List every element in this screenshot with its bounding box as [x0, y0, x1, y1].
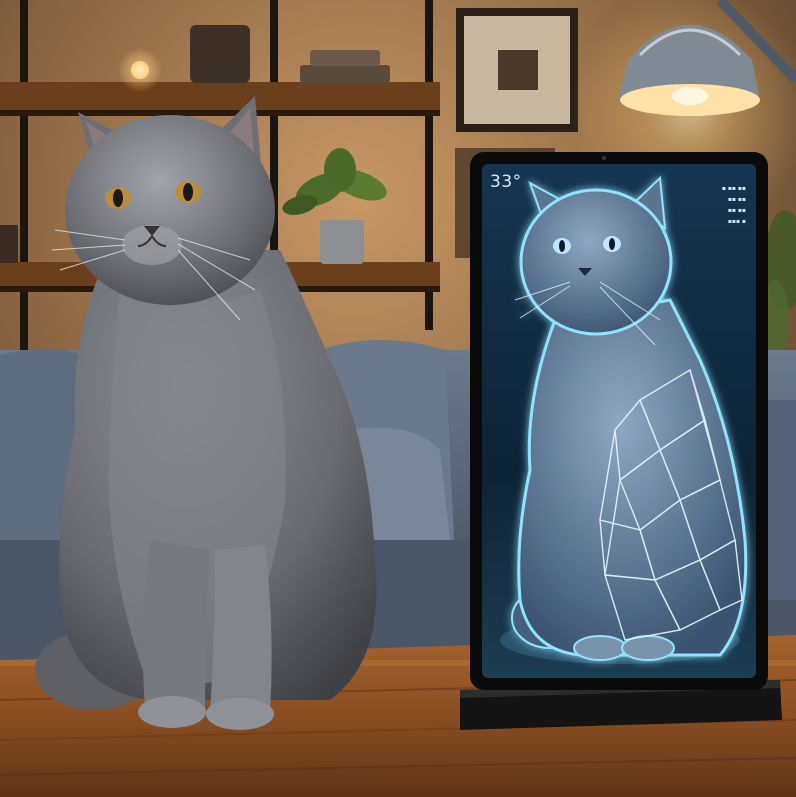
tablet-status-line: ▪▪ ▪▪	[727, 207, 746, 214]
tablet-status-line: ▪ ▪▪ ▪▪	[721, 185, 746, 192]
photo-scene: 33° ▪ ▪▪ ▪▪ ▪▪ ▪▪ ▪▪ ▪▪ ▪▪▪ ▪	[0, 0, 796, 797]
wall-picture-frame	[456, 8, 578, 132]
tablet-status-line: ▪▪ ▪▪	[727, 196, 746, 203]
scene-illustration	[0, 0, 796, 797]
tablet-temperature-label: 33°	[490, 172, 522, 192]
tablet-status-panel: ▪ ▪▪ ▪▪ ▪▪ ▪▪ ▪▪ ▪▪ ▪▪▪ ▪	[700, 186, 746, 225]
tablet-status-line: ▪▪▪ ▪	[727, 218, 746, 225]
